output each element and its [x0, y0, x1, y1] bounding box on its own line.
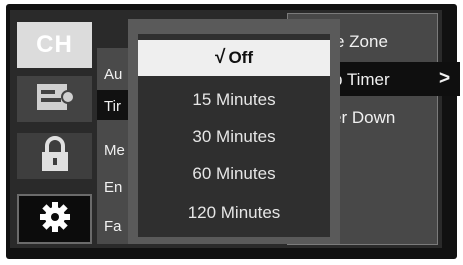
menu-item-timer[interactable]: Tir: [104, 98, 121, 115]
option-off[interactable]: √ Off: [138, 40, 330, 76]
lock-tab[interactable]: [17, 133, 92, 179]
menu-item-factory[interactable]: Fa: [104, 218, 122, 235]
picture-icon: [35, 80, 75, 119]
option-label: 30 Minutes: [192, 127, 276, 146]
channel-icon: CH: [36, 31, 73, 58]
option-label: 120 Minutes: [187, 203, 281, 222]
settings-tab[interactable]: [17, 194, 92, 244]
option-15-minutes[interactable]: 15 Minutes: [138, 82, 330, 118]
menu-item-menu[interactable]: Me: [104, 142, 125, 159]
checkmark-icon: √: [215, 47, 226, 68]
option-label: Off: [228, 48, 253, 67]
menu-item-auto[interactable]: Au: [104, 66, 122, 83]
submenu-item-power-down[interactable]: er Down: [332, 108, 395, 128]
option-label: 60 Minutes: [192, 164, 276, 183]
picture-tab[interactable]: [17, 76, 92, 122]
menu-item-energy[interactable]: En: [104, 179, 122, 196]
chevron-right-icon: >: [439, 68, 451, 89]
option-label: 15 Minutes: [192, 90, 276, 109]
option-30-minutes[interactable]: 30 Minutes: [138, 119, 330, 155]
submenu-item-time-zone[interactable]: e Zone: [335, 32, 388, 52]
option-120-minutes[interactable]: 120 Minutes: [138, 195, 330, 231]
option-60-minutes[interactable]: 60 Minutes: [138, 156, 330, 192]
channel-tab[interactable]: CH: [17, 22, 92, 68]
lock-icon: [38, 135, 72, 178]
submenu-item-sleep-timer[interactable]: p Timer: [333, 70, 390, 90]
gear-icon: [38, 200, 72, 239]
